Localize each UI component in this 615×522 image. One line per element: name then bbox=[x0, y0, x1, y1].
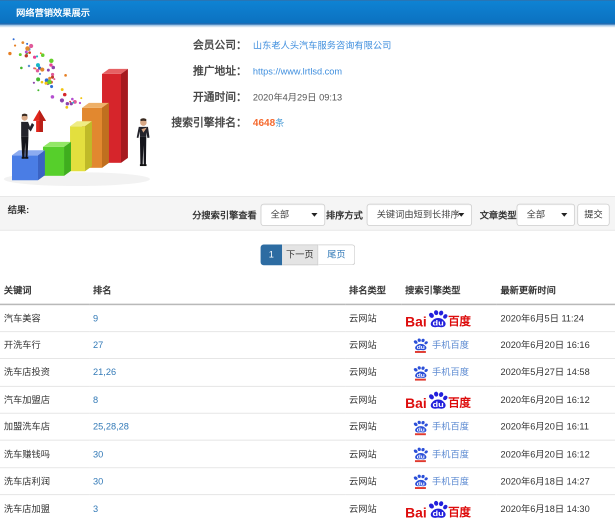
svg-text:du: du bbox=[433, 509, 444, 518]
svg-text:du: du bbox=[417, 455, 426, 460]
svg-text:du: du bbox=[433, 318, 444, 327]
svg-text:du: du bbox=[433, 400, 444, 409]
svg-text:du: du bbox=[417, 428, 426, 433]
svg-text:du: du bbox=[417, 482, 426, 487]
svg-text:du: du bbox=[417, 373, 426, 378]
svg-text:du: du bbox=[417, 346, 426, 351]
